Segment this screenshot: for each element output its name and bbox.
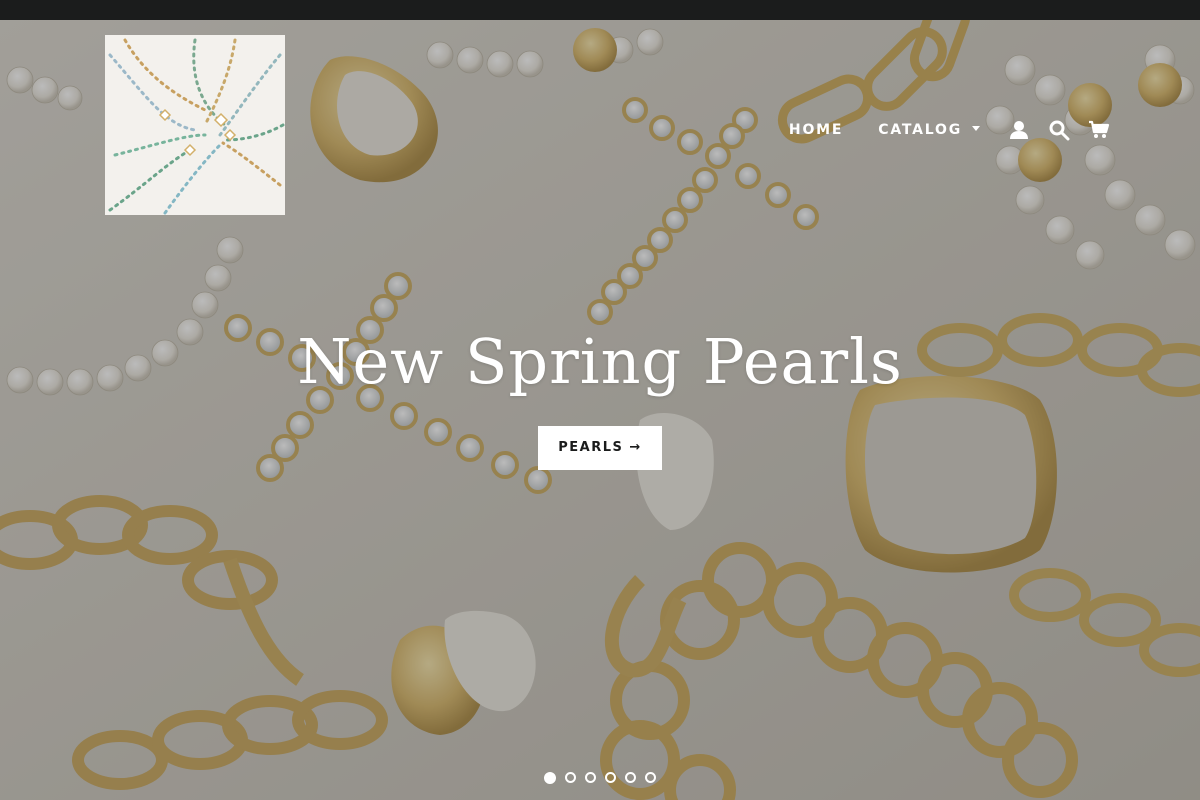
slideshow-pagination	[0, 772, 1200, 784]
slide-dot-5[interactable]	[625, 772, 636, 783]
nav-link-catalog[interactable]: CATALOG	[878, 122, 980, 138]
hero-cta-label: PEARLS	[558, 440, 624, 455]
search-icon[interactable]	[1048, 119, 1070, 141]
main-navigation: HOME CATALOG	[789, 115, 1110, 145]
hero-content: New Spring Pearls PEARLS →	[0, 325, 1200, 470]
slide-dot-6[interactable]	[645, 772, 656, 783]
cart-icon[interactable]	[1088, 119, 1110, 141]
slide-dot-1[interactable]	[544, 772, 556, 784]
slide-dot-3[interactable]	[585, 772, 596, 783]
nav-link-catalog-label: CATALOG	[878, 122, 962, 138]
store-logo[interactable]	[105, 35, 285, 215]
header-icons	[1008, 119, 1110, 141]
account-icon[interactable]	[1008, 119, 1030, 141]
chevron-down-icon	[972, 125, 980, 131]
nav-link-home[interactable]: HOME	[789, 122, 843, 138]
slide-dot-2[interactable]	[565, 772, 576, 783]
hero-slideshow: HOME CATALOG New Spring Pearls PEARLS →	[0, 20, 1200, 800]
arrow-right-icon: →	[629, 440, 642, 455]
logo-image	[105, 35, 285, 215]
nav-link-home-label: HOME	[788, 122, 844, 138]
hero-cta-button[interactable]: PEARLS →	[538, 426, 662, 470]
slide-dot-4[interactable]	[605, 772, 616, 783]
announcement-bar	[0, 0, 1200, 20]
hero-title: New Spring Pearls	[297, 325, 903, 398]
